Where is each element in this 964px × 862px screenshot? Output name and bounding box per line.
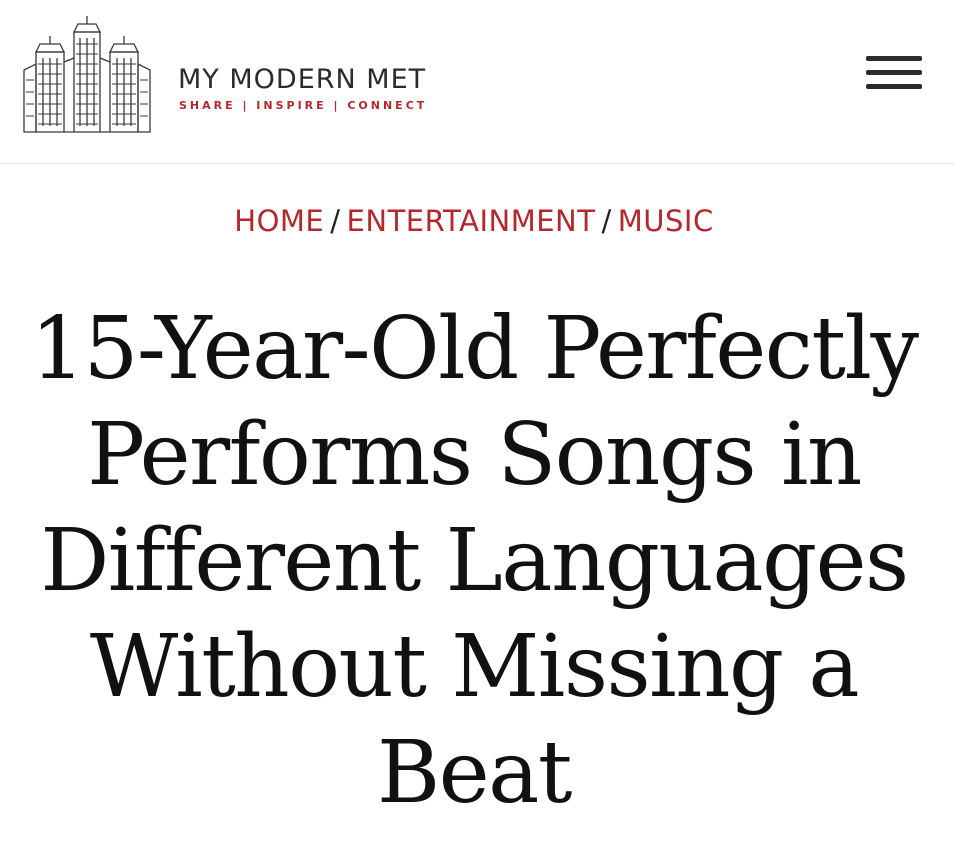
menu-bar (866, 84, 922, 89)
city-skyline-logo-icon (23, 16, 151, 133)
menu-bar (866, 70, 922, 75)
breadcrumb-separator: / (330, 204, 341, 238)
site-header: MY MODERN MET SHARE | INSPIRE | CONNECT (0, 0, 954, 164)
breadcrumb-music-link[interactable]: MUSIC (618, 204, 714, 238)
article-title: 15-Year-Old Perfectly Performs Songs in … (30, 299, 919, 823)
hamburger-menu-icon[interactable] (866, 56, 922, 92)
logo-tagline: SHARE | INSPIRE | CONNECT (179, 99, 428, 112)
logo-title: MY MODERN MET (178, 64, 427, 95)
menu-bar (866, 56, 922, 61)
breadcrumb-home-link[interactable]: HOME (234, 204, 324, 238)
breadcrumb-separator: / (601, 204, 612, 238)
breadcrumb-entertainment-link[interactable]: ENTERTAINMENT (347, 204, 596, 238)
breadcrumb: HOME / ENTERTAINMENT / MUSIC (0, 204, 948, 238)
site-logo-link[interactable]: MY MODERN MET SHARE | INSPIRE | CONNECT (22, 14, 452, 138)
